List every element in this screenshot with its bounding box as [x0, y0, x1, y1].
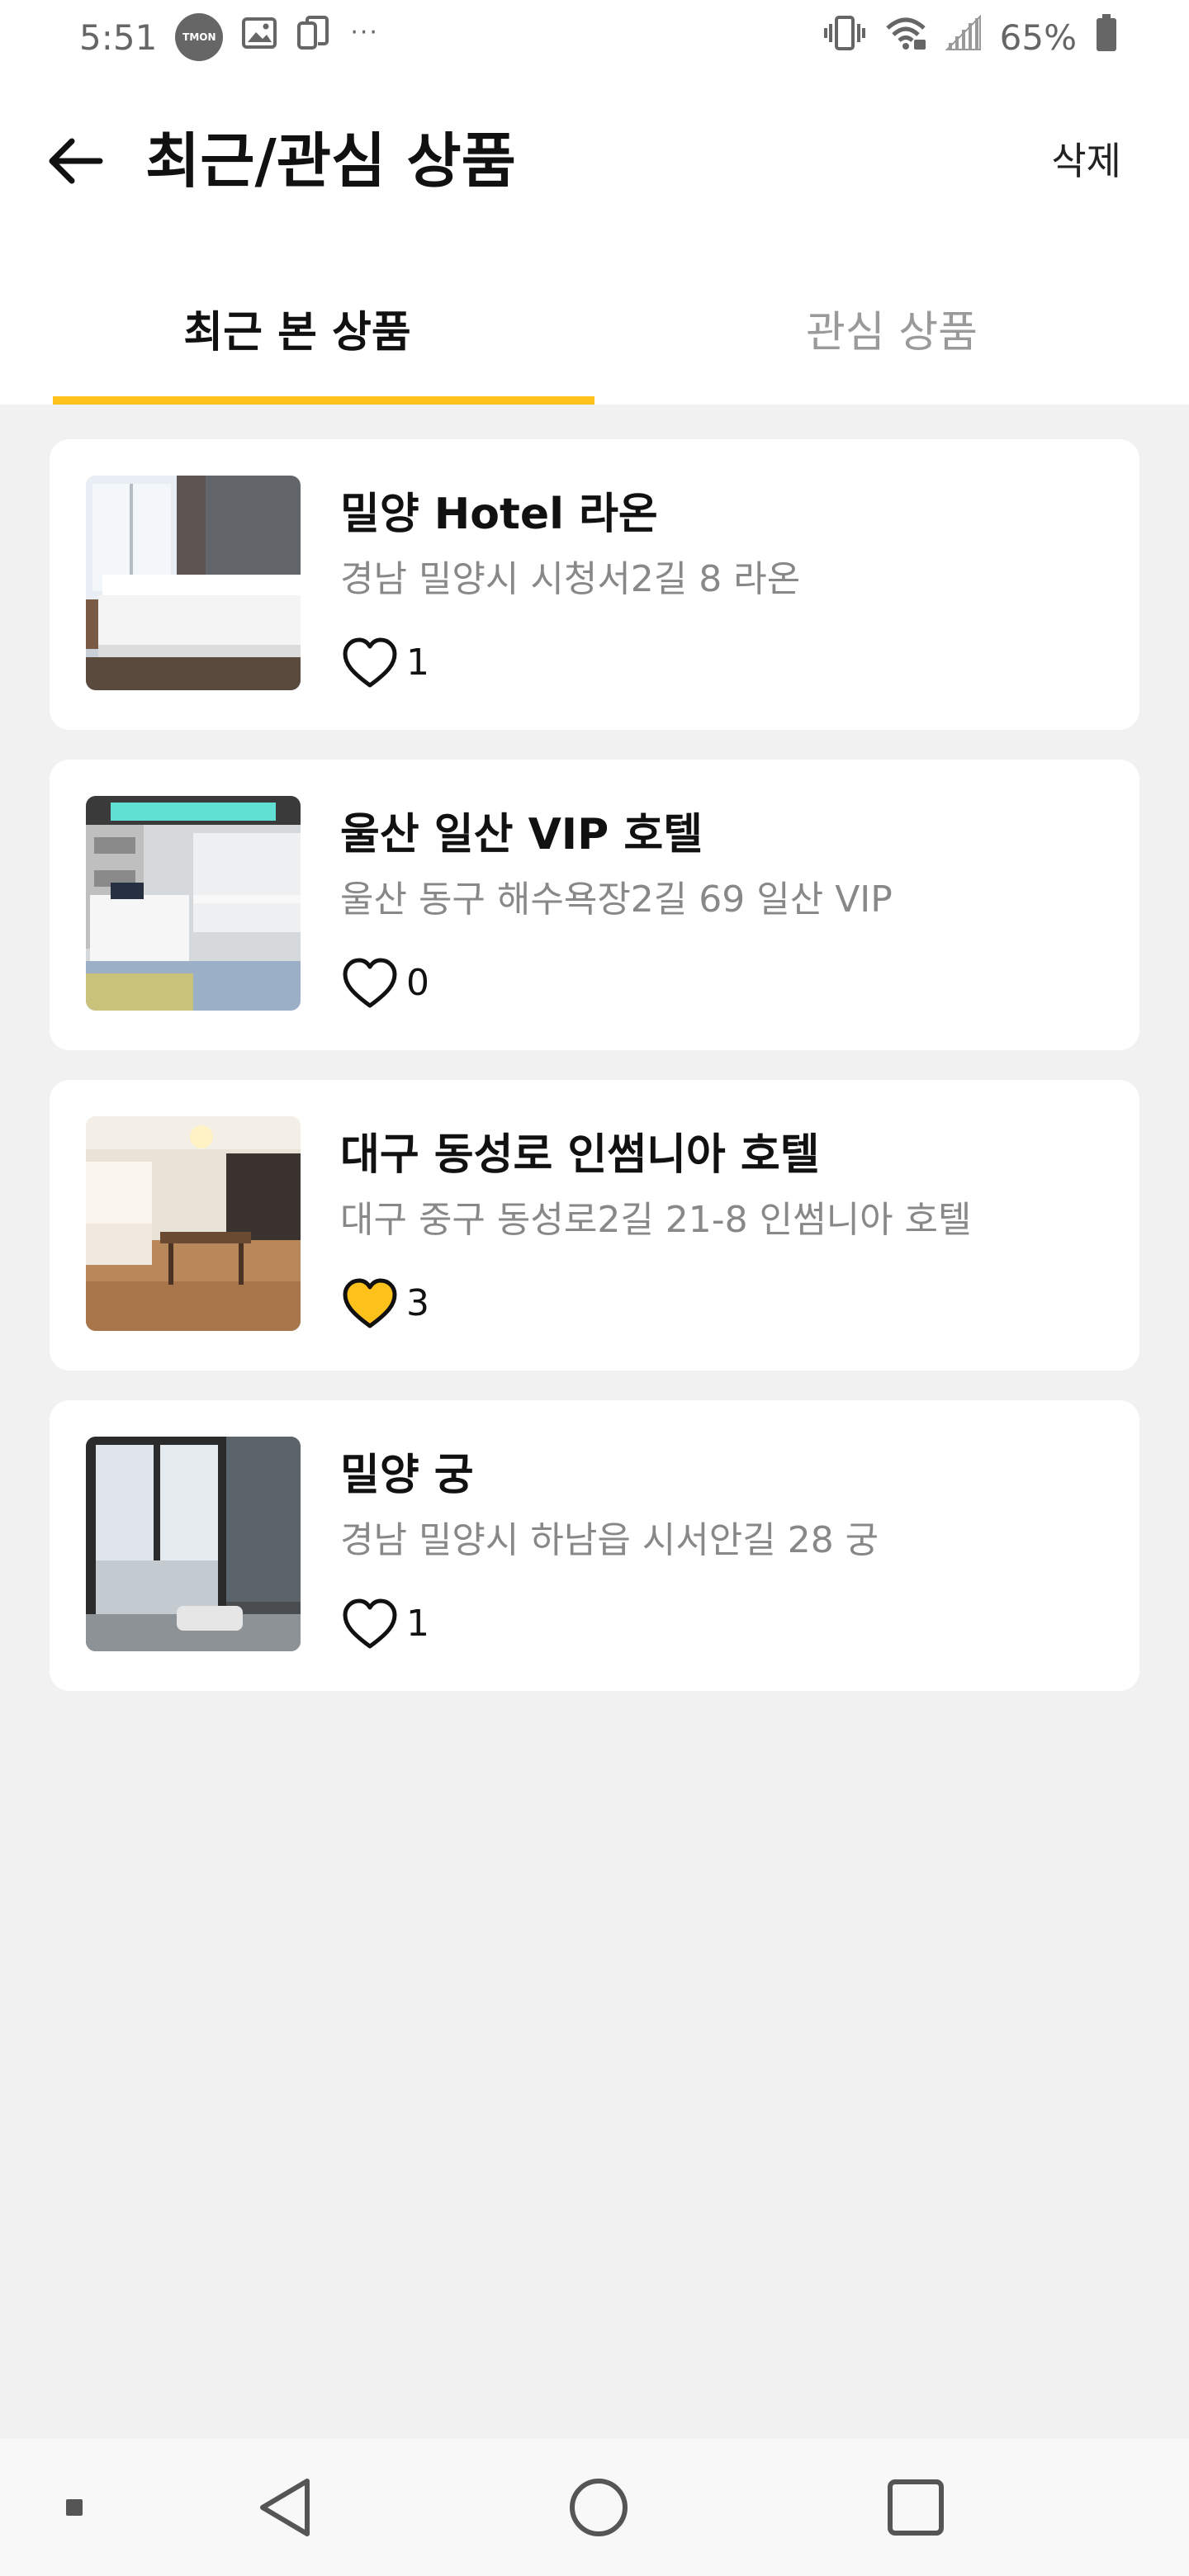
square-recents-icon: [888, 2479, 944, 2536]
header: 최근/관심 상품 삭제: [0, 74, 1189, 256]
product-thumbnail: [86, 476, 301, 690]
like-count: 1: [406, 642, 429, 684]
signal-icon: [945, 14, 982, 59]
nav-home-button[interactable]: [553, 2439, 644, 2576]
triangle-back-icon: [260, 2479, 310, 2536]
product-address: 경남 밀양시 하남읍 시서안길 28 궁: [340, 1519, 879, 1561]
wifi-icon: [884, 15, 927, 59]
product-card[interactable]: 대구 동성로 인썸니아 호텔 대구 중구 동성로2길 21-8 인썸니아 호텔 …: [50, 1080, 1139, 1371]
tab-bar: 최근 본 상품 관심 상품: [0, 256, 1189, 405]
product-thumbnail: [86, 1116, 301, 1331]
nav-recents-button[interactable]: [870, 2439, 961, 2576]
tab-favorite-products[interactable]: 관심 상품: [594, 256, 1189, 405]
gallery-icon: [241, 17, 277, 58]
heart-outline-icon[interactable]: [340, 636, 400, 690]
product-address: 대구 중구 동성로2길 21-8 인썸니아 호텔: [340, 1199, 972, 1241]
like-count: 1: [406, 1603, 429, 1645]
tmon-app-icon: TMON: [175, 13, 224, 61]
tab-recent-products[interactable]: 최근 본 상품: [0, 256, 594, 405]
product-name: 밀양 Hotel 라온: [340, 490, 658, 539]
copy-screen-icon: [296, 15, 332, 59]
system-nav-bar: [0, 2439, 1189, 2576]
screen: 5:51 TMON ··· 65% 최근/관심 상품 삭제 최근 본 상품 관심…: [0, 0, 1189, 2576]
nav-back-button[interactable]: [239, 2439, 330, 2576]
product-thumbnail: [86, 1437, 301, 1651]
like-row: 1: [340, 636, 429, 690]
status-time: 5:51: [79, 17, 158, 58]
product-name: 밀양 궁: [340, 1451, 474, 1500]
like-count: 0: [406, 962, 429, 1004]
product-name: 대구 동성로 인썸니아 호텔: [340, 1130, 820, 1180]
tab-favorite-label: 관심 상품: [806, 308, 978, 358]
product-list: 밀양 Hotel 라온 경남 밀양시 시청서2길 8 라온 1 울산 일산 VI…: [50, 439, 1139, 1721]
heart-filled-icon[interactable]: [340, 1276, 400, 1331]
like-row: 3: [340, 1276, 429, 1331]
active-tab-indicator: [53, 396, 594, 405]
like-row: 1: [340, 1597, 429, 1651]
product-name: 울산 일산 VIP 호텔: [340, 810, 703, 859]
vibrate-icon: [823, 14, 866, 60]
product-card[interactable]: 밀양 Hotel 라온 경남 밀양시 시청서2길 8 라온 1: [50, 439, 1139, 730]
status-right: 65%: [823, 14, 1118, 60]
product-address: 울산 동구 해수욕장2길 69 일산 VIP: [340, 878, 893, 921]
heart-outline-icon[interactable]: [340, 956, 400, 1011]
battery-icon: [1095, 14, 1118, 60]
battery-percent: 65%: [999, 17, 1077, 58]
more-notifications-icon: ···: [350, 17, 379, 47]
delete-button[interactable]: 삭제: [1051, 132, 1121, 190]
nav-small-square[interactable]: [50, 2439, 99, 2576]
tab-recent-label: 최근 본 상품: [183, 308, 411, 358]
product-card[interactable]: 밀양 궁 경남 밀양시 하남읍 시서안길 28 궁 1: [50, 1400, 1139, 1691]
product-address: 경남 밀양시 시청서2길 8 라온: [340, 558, 801, 600]
status-left: 5:51 TMON ···: [79, 13, 379, 61]
circle-home-icon: [570, 2479, 628, 2536]
page-title: 최근/관심 상품: [145, 126, 516, 196]
arrow-left-icon: [49, 138, 103, 184]
like-row: 0: [340, 956, 429, 1011]
product-card[interactable]: 울산 일산 VIP 호텔 울산 동구 해수욕장2길 69 일산 VIP 0: [50, 760, 1139, 1050]
heart-outline-icon[interactable]: [340, 1597, 400, 1651]
status-bar: 5:51 TMON ··· 65%: [0, 0, 1189, 74]
like-count: 3: [406, 1282, 429, 1324]
small-square-icon: [66, 2499, 83, 2516]
back-button[interactable]: [33, 120, 116, 202]
product-thumbnail: [86, 796, 301, 1011]
